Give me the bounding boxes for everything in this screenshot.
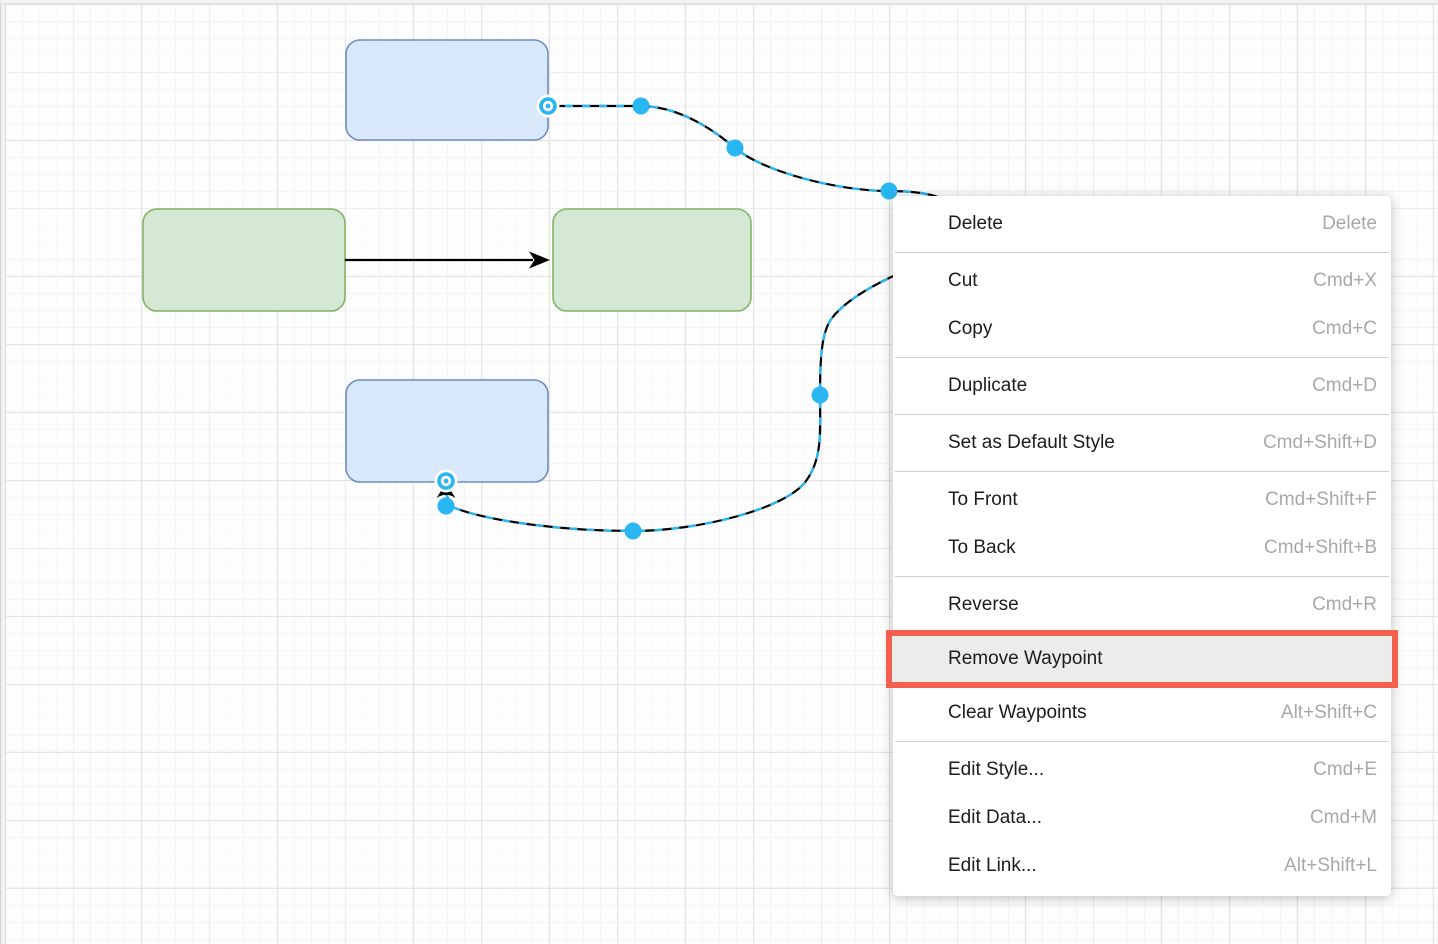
menu-item-shortcut: Cmd+X: [1313, 270, 1377, 292]
menu-item-to-front[interactable]: To Front Cmd+Shift+F: [893, 476, 1391, 524]
menu-item-shortcut: Cmd+D: [1312, 375, 1377, 397]
menu-item-label: Duplicate: [948, 375, 1027, 397]
menu-item-shortcut: Cmd+E: [1313, 759, 1377, 781]
menu-item-label: To Back: [948, 537, 1016, 559]
menu-item-label: Cut: [948, 270, 978, 292]
context-menu: Delete Delete Cut Cmd+X Copy Cmd+C Dupli…: [893, 196, 1391, 896]
menu-item-label: To Front: [948, 489, 1018, 511]
waypoint-handle[interactable]: [812, 387, 829, 404]
edge-endpoint-ring-target[interactable]: [435, 470, 458, 493]
menu-item-copy[interactable]: Copy Cmd+C: [893, 305, 1391, 353]
menu-item-to-back[interactable]: To Back Cmd+Shift+B: [893, 524, 1391, 572]
menu-item-shortcut: Alt+Shift+C: [1281, 702, 1377, 724]
menu-item-shortcut: Cmd+C: [1312, 318, 1377, 340]
menu-item-set-as-default-style[interactable]: Set as Default Style Cmd+Shift+D: [893, 419, 1391, 467]
menu-item-remove-waypoint[interactable]: Remove Waypoint: [886, 630, 1398, 688]
menu-item-label: Clear Waypoints: [948, 702, 1087, 724]
menu-item-label: Reverse: [948, 594, 1019, 616]
menu-separator: [895, 414, 1389, 415]
menu-item-edit-data[interactable]: Edit Data... Cmd+M: [893, 794, 1391, 842]
menu-item-label: Remove Waypoint: [948, 648, 1103, 670]
menu-item-shortcut: Delete: [1322, 213, 1377, 235]
menu-item-shortcut: Cmd+M: [1310, 807, 1377, 829]
diagram-editor-canvas[interactable]: Delete Delete Cut Cmd+X Copy Cmd+C Dupli…: [0, 0, 1438, 944]
waypoint-handle[interactable]: [633, 98, 650, 115]
waypoint-handle[interactable]: [438, 498, 455, 515]
menu-item-shortcut: Cmd+R: [1312, 594, 1377, 616]
menu-item-delete[interactable]: Delete Delete: [893, 200, 1391, 248]
menu-item-cut[interactable]: Cut Cmd+X: [893, 257, 1391, 305]
menu-item-label: Edit Style...: [948, 759, 1044, 781]
menu-item-label: Copy: [948, 318, 992, 340]
node-green-left[interactable]: [143, 209, 345, 311]
menu-item-clear-waypoints[interactable]: Clear Waypoints Alt+Shift+C: [893, 689, 1391, 737]
node-blue-top[interactable]: [346, 40, 548, 140]
menu-item-edit-link[interactable]: Edit Link... Alt+Shift+L: [893, 842, 1391, 890]
waypoint-handle[interactable]: [625, 523, 642, 540]
menu-item-label: Set as Default Style: [948, 432, 1115, 454]
menu-item-label: Edit Link...: [948, 855, 1037, 877]
menu-item-shortcut: Alt+Shift+L: [1284, 855, 1377, 877]
menu-item-label: Delete: [948, 213, 1003, 235]
menu-separator: [895, 741, 1389, 742]
menu-item-edit-style[interactable]: Edit Style... Cmd+E: [893, 746, 1391, 794]
edge-endpoint-ring-source[interactable]: [537, 95, 560, 118]
menu-item-shortcut: Cmd+Shift+F: [1265, 489, 1377, 511]
menu-item-shortcut: Cmd+Shift+B: [1264, 537, 1377, 559]
menu-item-reverse[interactable]: Reverse Cmd+R: [893, 581, 1391, 629]
menu-separator: [895, 357, 1389, 358]
menu-item-shortcut: Cmd+Shift+D: [1263, 432, 1377, 454]
menu-separator: [895, 576, 1389, 577]
menu-separator: [895, 471, 1389, 472]
waypoint-handle[interactable]: [727, 140, 744, 157]
node-blue-bottom[interactable]: [346, 380, 548, 482]
menu-item-duplicate[interactable]: Duplicate Cmd+D: [893, 362, 1391, 410]
menu-separator: [895, 252, 1389, 253]
menu-item-label: Edit Data...: [948, 807, 1042, 829]
node-green-right[interactable]: [553, 209, 751, 311]
